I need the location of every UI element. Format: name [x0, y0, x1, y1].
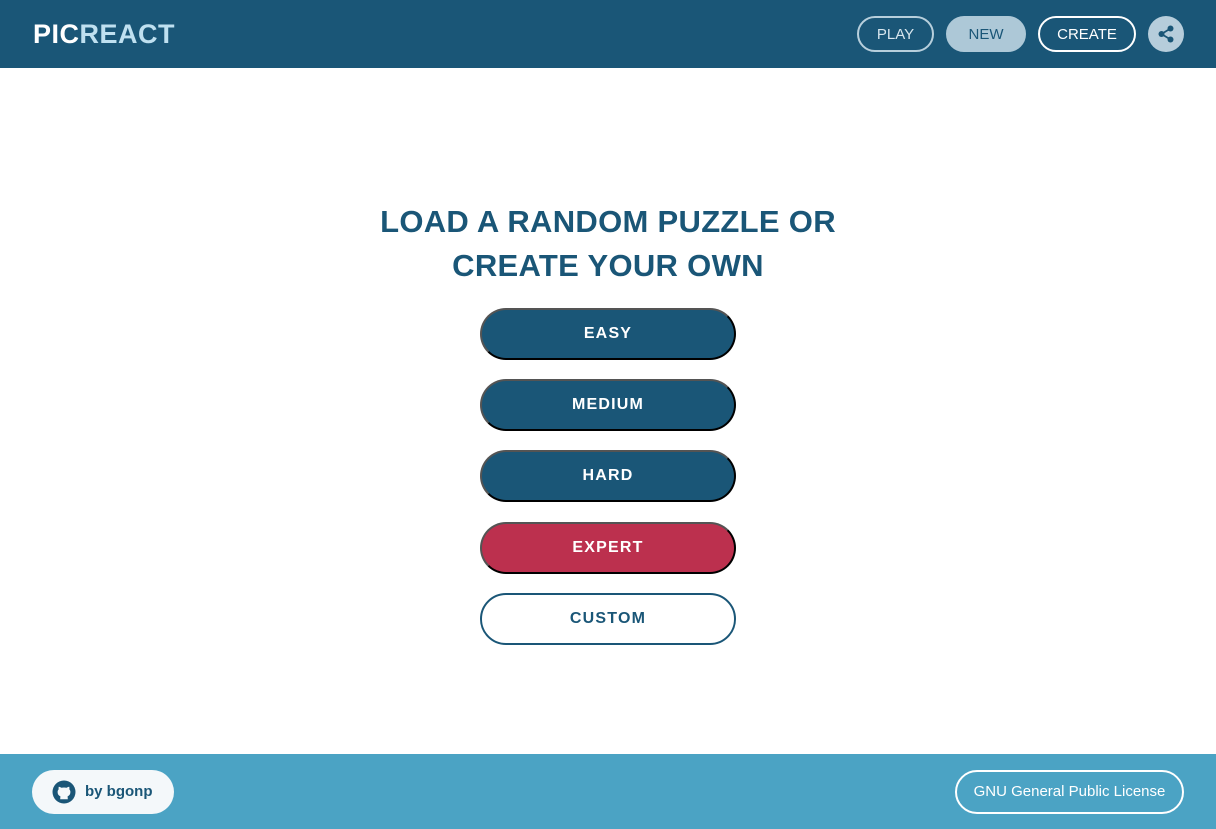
logo-text-react: REACT	[79, 18, 176, 49]
app-logo[interactable]: PICREACT	[33, 19, 175, 50]
nav-play-button[interactable]: PLAY	[857, 16, 934, 52]
share-button[interactable]	[1148, 16, 1184, 52]
hard-button[interactable]: HARD	[480, 450, 736, 502]
logo-text-pic: PIC	[33, 18, 80, 49]
app-header: PICREACT PLAY NEW CREATE	[0, 0, 1216, 68]
expert-button[interactable]: EXPERT	[480, 522, 736, 574]
page-title: LOAD A RANDOM PUZZLE OR CREATE YOUR OWN	[0, 200, 1216, 288]
custom-button[interactable]: CUSTOM	[480, 593, 736, 645]
easy-button[interactable]: EASY	[480, 308, 736, 360]
main-content: LOAD A RANDOM PUZZLE OR CREATE YOUR OWN …	[0, 68, 1216, 754]
author-link[interactable]: by bgonp	[32, 769, 174, 814]
share-icon	[1158, 25, 1174, 43]
main-nav: PLAY NEW CREATE	[857, 16, 1184, 52]
medium-button[interactable]: MEDIUM	[480, 379, 736, 431]
nav-create-button[interactable]: CREATE	[1038, 16, 1136, 52]
author-label: by bgonp	[85, 783, 153, 800]
app-footer: by bgonp GNU General Public License	[0, 754, 1216, 829]
github-icon	[52, 780, 76, 803]
page-title-line-2: CREATE YOUR OWN	[452, 248, 764, 283]
nav-new-button[interactable]: NEW	[946, 16, 1026, 52]
page-title-line-1: LOAD A RANDOM PUZZLE OR	[380, 204, 836, 239]
license-link[interactable]: GNU General Public License	[955, 769, 1184, 814]
